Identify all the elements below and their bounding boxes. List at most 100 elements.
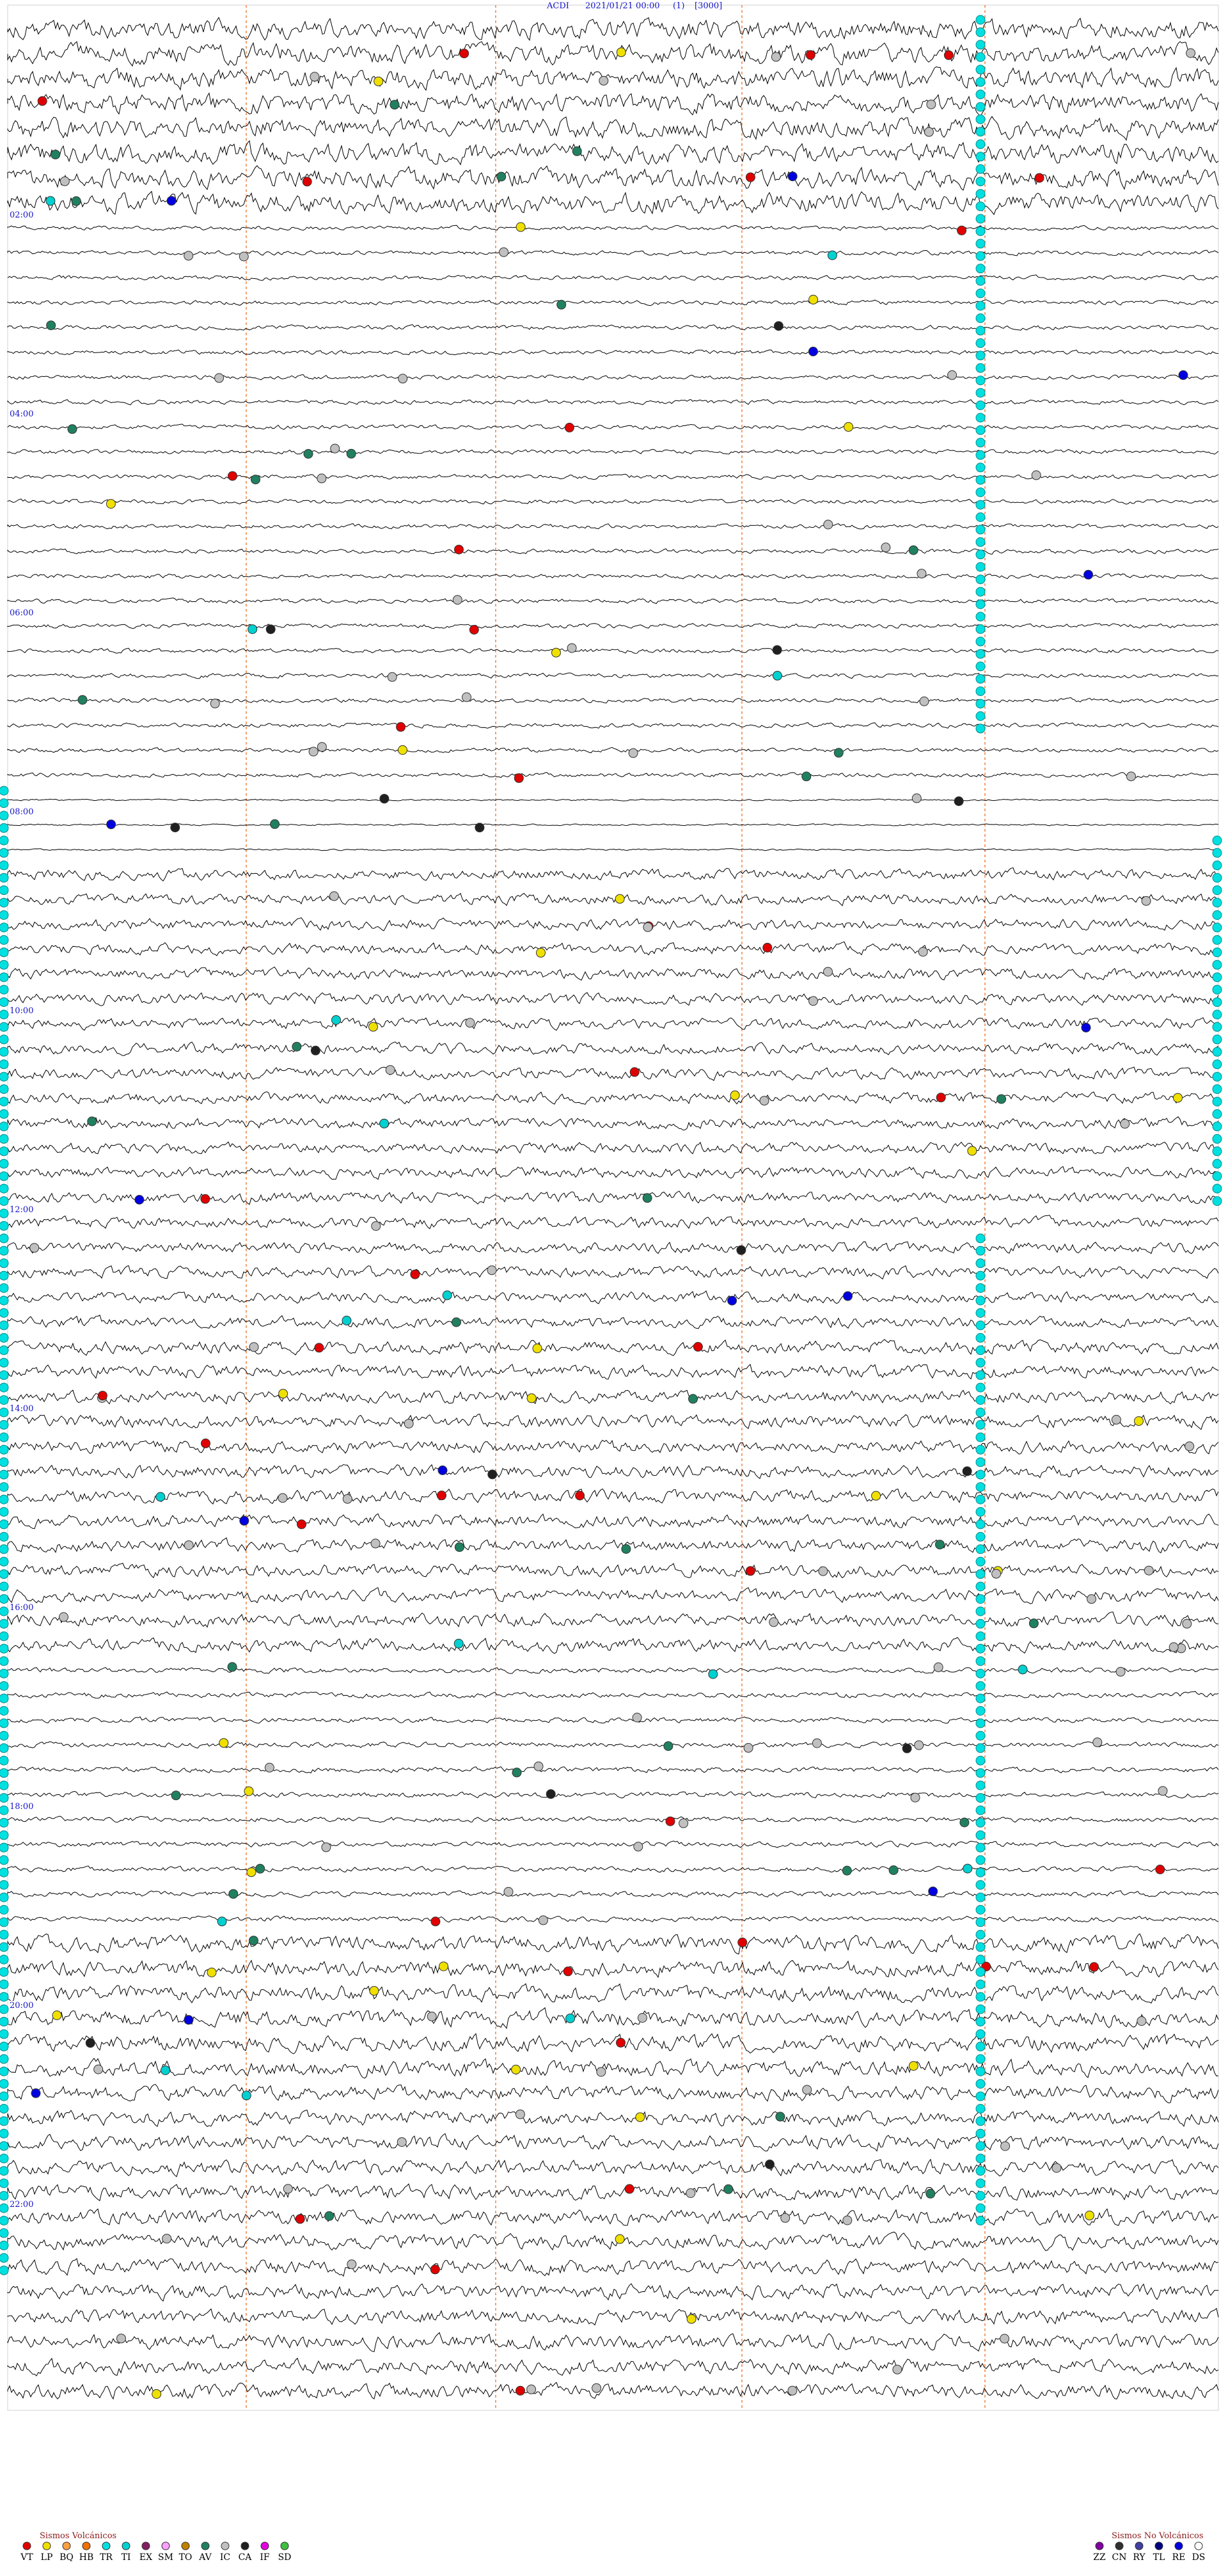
event-marker-CA	[902, 1743, 912, 1753]
tremor-marker	[0, 1283, 9, 1293]
event-marker-VT	[297, 1519, 306, 1529]
trace-0	[7, 17, 1219, 42]
tremor-marker	[1212, 1183, 1222, 1194]
tremor-marker	[0, 1905, 9, 1915]
trace-68	[7, 1716, 1219, 1724]
event-marker-IC	[1182, 1618, 1192, 1629]
tremor-marker	[975, 40, 986, 50]
event-marker-RE	[166, 196, 177, 206]
event-marker-VT	[430, 2264, 440, 2275]
legend-marker-ds	[1194, 2541, 1203, 2550]
event-marker-IC	[599, 75, 609, 86]
legend-code-zz: ZZ	[1093, 2552, 1106, 2563]
tremor-marker	[0, 2203, 9, 2213]
trace-38	[7, 967, 1219, 981]
event-marker-IC	[1141, 896, 1151, 906]
event-marker-AV	[270, 819, 280, 829]
legend-code-ti: TI	[121, 2552, 131, 2563]
event-marker-TI	[217, 1916, 227, 1927]
tremor-marker	[0, 1992, 9, 2002]
tremor-marker	[0, 1917, 9, 1927]
trace-78	[7, 1959, 1219, 1979]
tremor-marker	[975, 2128, 986, 2138]
tremor-marker	[975, 462, 986, 473]
tremor-marker	[975, 1706, 986, 1716]
event-marker-LP	[808, 294, 819, 304]
tremor-marker	[975, 363, 986, 373]
event-marker-RE	[437, 1466, 448, 1475]
legend-marker-av	[201, 2541, 210, 2550]
event-marker-VT	[430, 1916, 441, 1927]
nonvolcanic-legend-title: Sismos No Volcánicos	[1112, 2531, 1204, 2541]
tremor-marker	[0, 1183, 9, 1194]
tremor-marker	[0, 786, 9, 796]
tremor-marker	[975, 661, 986, 672]
trace-30	[7, 771, 1219, 778]
event-marker-AV	[324, 2211, 335, 2221]
event-marker-IC	[628, 748, 638, 758]
tremor-marker	[975, 1867, 986, 1877]
event-marker-TI	[241, 2090, 251, 2101]
tremor-marker	[0, 2128, 9, 2138]
hour-label: 08:00	[9, 807, 35, 817]
event-marker-IC	[1031, 470, 1041, 480]
event-marker-CA	[736, 1245, 746, 1255]
event-marker-LP	[551, 647, 561, 658]
event-marker-IC	[947, 370, 957, 380]
tremor-marker	[975, 1730, 986, 1741]
event-marker-AV	[390, 100, 400, 110]
tremor-marker	[975, 201, 986, 212]
event-marker-CA	[265, 624, 276, 635]
event-marker-IC	[1000, 2141, 1011, 2151]
tremor-marker	[975, 1332, 986, 1343]
event-marker-IC	[924, 127, 934, 137]
hour-label: 06:00	[9, 608, 35, 618]
event-marker-AV	[888, 1865, 899, 1876]
event-marker-IC	[632, 1712, 642, 1723]
event-marker-VT	[396, 722, 406, 732]
event-marker-AV	[621, 1544, 631, 1554]
trace-29	[7, 747, 1219, 754]
tremor-marker	[0, 1121, 9, 1132]
tremor-marker	[0, 1171, 9, 1181]
tremor-marker	[0, 2265, 9, 2275]
tremor-marker	[0, 1817, 9, 1828]
trace-17	[7, 448, 1219, 455]
event-marker-AV	[228, 1889, 239, 1899]
event-marker-LP	[615, 2234, 625, 2244]
event-marker-IC	[567, 643, 577, 653]
event-marker-VT	[437, 1490, 446, 1501]
tremor-marker	[975, 1618, 986, 1629]
trace-1	[7, 41, 1219, 67]
helicorder-plot	[0, 4, 1222, 2550]
tremor-marker	[0, 1594, 9, 1604]
trace-14	[7, 374, 1219, 381]
tremor-marker	[975, 1432, 986, 1442]
event-marker-IC	[184, 1540, 194, 1551]
tremor-marker	[975, 2116, 986, 2126]
trace-25	[7, 647, 1219, 654]
trace-55	[7, 1389, 1219, 1405]
tremor-marker	[1212, 897, 1222, 908]
event-marker-IC	[1051, 2163, 1062, 2173]
tremor-marker	[0, 1134, 9, 1144]
hour-label: 02:00	[9, 210, 35, 220]
event-marker-IC	[452, 595, 462, 605]
event-marker-LP	[616, 47, 626, 58]
event-marker-LP	[511, 2064, 521, 2074]
tremor-marker	[975, 413, 986, 423]
event-marker-IC	[633, 1842, 643, 1852]
event-marker-TI	[963, 1863, 973, 1874]
tremor-marker	[0, 1967, 9, 1977]
trace-77	[7, 1933, 1219, 1955]
tremor-marker	[975, 425, 986, 435]
event-marker-IC	[643, 922, 653, 932]
trace-67	[7, 1691, 1219, 1699]
legend-marker-bq	[62, 2541, 71, 2550]
tremor-marker	[975, 1979, 986, 1989]
tremor-marker	[1212, 1196, 1222, 1206]
tremor-marker	[0, 1954, 9, 1964]
trace-91	[7, 2283, 1219, 2302]
tremor-marker	[0, 1544, 9, 1554]
legend-marker-ic	[221, 2541, 230, 2550]
